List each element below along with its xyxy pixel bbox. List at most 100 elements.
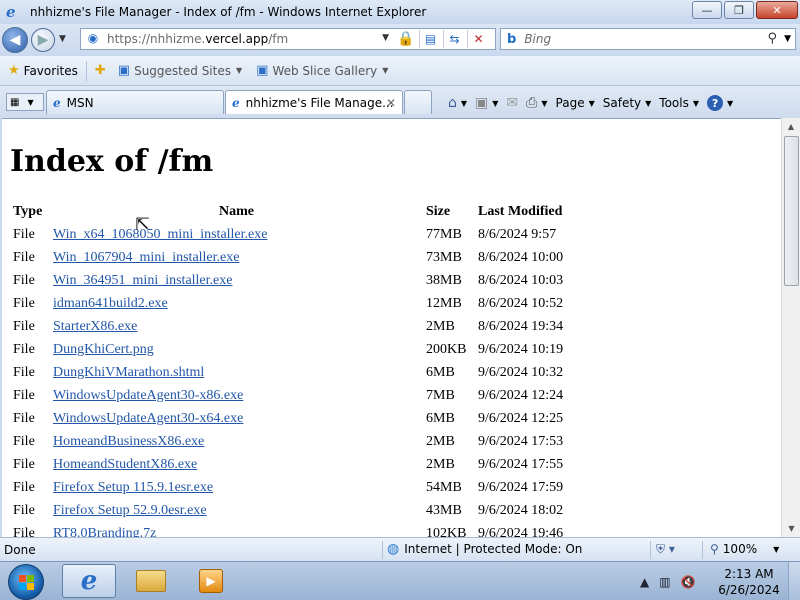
search-icon[interactable]: ⚲ [767,31,777,46]
address-url[interactable]: https://nhhizme.vercel.app/fm [107,32,288,46]
file-link[interactable]: HomeandBusinessX86.exe [53,434,204,449]
help-menu[interactable]: ? ▼ [707,95,733,111]
new-tab-button[interactable] [404,90,432,114]
table-row: File DungKhiCert.png 200KB 9/6/2024 10:19 [10,338,585,361]
stop-icon[interactable]: ✕ [467,30,489,48]
suggested-sites-link[interactable]: ▣ Suggested Sites ▼ [114,60,246,82]
close-tab-icon[interactable]: ✕ [386,96,396,110]
safety-menu[interactable]: Safety ▼ [603,96,652,110]
printer-icon: ⎙ [526,95,538,111]
rss-icon: ▣ [475,95,489,111]
quick-tabs-button[interactable]: ▦ ▼ [6,93,44,111]
page-menu[interactable]: Page ▼ [556,96,595,110]
file-type-cell: File [13,249,35,265]
search-placeholder[interactable]: Bing [524,32,551,46]
zoom-control[interactable]: ⚲ 100% ▼ [710,542,779,556]
quick-tabs-icon: ▦ [10,96,20,108]
file-modified-cell: 9/6/2024 12:25 [478,410,564,426]
file-link[interactable]: Win_364951_mini_installer.exe [53,273,232,288]
home-button[interactable]: ⌂ ▼ [448,95,467,111]
print-button[interactable]: ⎙ ▼ [526,95,547,111]
scroll-down-icon[interactable]: ▼ [782,520,800,537]
chevron-down-icon: ▼ [773,544,780,554]
maximize-button[interactable]: ❐ [724,1,754,19]
vertical-scrollbar[interactable]: ▲ ▼ [781,118,800,537]
show-desktop-button[interactable] [788,562,800,600]
tools-menu[interactable]: Tools ▼ [659,96,699,110]
scroll-up-icon[interactable]: ▲ [782,118,800,135]
file-link[interactable]: DungKhiCert.png [53,342,154,357]
scrollbar-thumb[interactable] [784,136,799,286]
tab-msn[interactable]: e MSN [46,90,224,114]
refresh-icon[interactable]: ⇆ [443,30,465,48]
favorites-star-icon: ★ [8,63,20,78]
add-to-favorites-bar-button[interactable]: ✚ [91,60,114,82]
favorites-button[interactable]: ★ Favorites [4,60,82,82]
system-clock[interactable]: 2:13 AM 6/26/2024 [716,566,782,598]
chevron-down-icon: ▼ [382,66,389,75]
file-modified-cell: 9/6/2024 17:55 [478,456,564,472]
divider [650,541,651,559]
address-bar[interactable]: ◉ https://nhhizme.vercel.app/fm ▼ 🔒 ▤ ⇆ … [80,28,496,50]
taskbar-internet-explorer[interactable]: e [62,564,116,598]
feeds-button[interactable]: ▣ ▼ [475,95,498,111]
search-options-dropdown-icon[interactable]: ▼ [784,34,791,44]
page-title: Index of /fm [10,144,214,179]
recent-pages-dropdown[interactable]: ▼ [59,34,66,44]
compatibility-view-icon[interactable]: ▤ [419,30,441,48]
chevron-down-icon: ▼ [235,66,243,75]
taskbar-media-player[interactable]: ▶ [184,564,238,598]
read-mail-button[interactable]: ✉ [506,95,518,111]
file-size-cell: 7MB [426,387,455,403]
file-size-cell: 102KB [426,525,467,538]
safety-menu-label: Safety [602,96,642,110]
file-link[interactable]: WindowsUpdateAgent30-x86.exe [53,388,243,403]
close-button[interactable]: ✕ [756,1,798,19]
file-type-cell: File [13,433,35,449]
smartscreen-icon[interactable]: ⛨ ▾ [656,542,675,557]
web-slice-gallery-link[interactable]: ▣ Web Slice Gallery ▼ [252,60,392,82]
chevron-down-icon: ▼ [492,98,499,108]
file-link[interactable]: RT8.0Branding.7z [53,526,156,538]
file-link[interactable]: Firefox Setup 52.9.0esr.exe [53,503,207,518]
search-box[interactable]: b Bing ⚲ ▼ [500,28,796,50]
security-zone[interactable]: ◍ Internet | Protected Mode: On [387,541,582,557]
add-favorite-icon: ✚ [94,63,106,78]
lock-icon[interactable]: 🔒 [397,31,414,47]
forward-button[interactable]: ▶ [31,28,55,52]
chevron-down-icon: ▼ [27,97,34,107]
file-name-cell: RT8.0Branding.7z [50,522,423,538]
table-row: File Win_x64_1068050_mini_installer.exe 77… [10,223,585,246]
file-link[interactable]: DungKhiVMarathon.shtml [53,365,204,380]
file-link[interactable]: Win_x64_1068050_mini_installer.exe [53,227,267,242]
file-link[interactable]: idman641build2.exe [53,296,168,311]
table-row: File WindowsUpdateAgent30-x64.exe 6MB 9/6/2… [10,407,585,430]
file-link[interactable]: WindowsUpdateAgent30-x64.exe [53,411,243,426]
file-modified-cell: 9/6/2024 10:19 [478,341,564,357]
forward-arrow-icon: ▶ [37,32,49,48]
table-row: File Win_364951_mini_installer.exe 38MB 8/6… [10,269,585,292]
file-link[interactable]: Win_1067904_mini_installer.exe [53,250,239,265]
file-link[interactable]: StarterX86.exe [53,319,137,334]
file-type-cell: File [13,410,35,426]
suggested-sites-icon: ▣ [117,63,131,78]
address-dropdown-icon[interactable]: ▼ [382,33,389,43]
minimize-button[interactable]: — [692,1,722,19]
file-type-cell: File [13,387,35,403]
start-button[interactable] [8,564,44,600]
chevron-down-icon: ▼ [588,98,595,108]
network-icon[interactable]: ▥ [659,575,670,589]
file-modified-cell: 8/6/2024 9:57 [478,226,557,242]
zoom-level: 100% [722,542,758,556]
show-hidden-icons-icon[interactable]: ▲ [640,575,649,589]
bing-icon: b [507,31,517,47]
file-link[interactable]: HomeandStudentX86.exe [53,457,197,472]
file-link[interactable]: Firefox Setup 115.9.1esr.exe [53,480,213,495]
tab-file-manager[interactable]: e nhhizme's File Manage... ✕ [225,90,403,114]
volume-muted-icon[interactable]: 🔇 [681,575,696,589]
back-button[interactable]: ◀ [2,27,28,53]
file-type-cell: File [13,341,35,357]
file-name-cell: HomeandStudentX86.exe [50,453,423,476]
taskbar-windows-explorer[interactable] [124,564,178,598]
file-modified-cell: 9/6/2024 17:59 [478,479,564,495]
